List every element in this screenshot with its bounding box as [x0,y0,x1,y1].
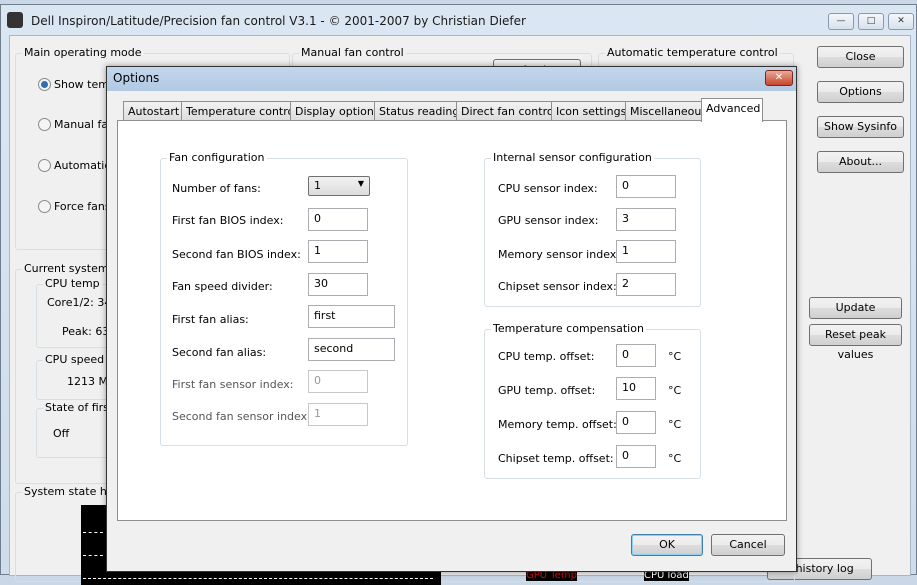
update-button[interactable]: Update [809,297,902,319]
group-label: Manual fan control [299,46,406,59]
legend-gpu-temp: GPU Temp [526,570,577,581]
chipset-sensor-index-input[interactable]: 2 [616,273,676,296]
fan-state-value: Off [53,427,70,440]
field-label: Second fan sensor index: [172,410,311,423]
close-button[interactable]: Close [817,46,904,68]
cpu-temp-offset-input[interactable]: 0 [616,344,656,367]
chipset-temp-offset-input[interactable]: 0 [616,445,656,468]
radio-manual-fan[interactable] [38,118,51,131]
field-label: Chipset temp. offset: [498,452,614,465]
field-label: Number of fans: [172,182,261,195]
chevron-down-icon: ▼ [357,179,364,188]
show-sysinfo-button[interactable]: Show Sysinfo [817,116,904,138]
tab-advanced[interactable]: Advanced [701,98,763,122]
field-label: CPU sensor index: [498,182,598,195]
first-fan-sensor-index-input[interactable]: 0 [308,370,368,393]
tab-autostart[interactable]: Autostart [123,101,185,121]
first-fan-bios-index-input[interactable]: 0 [308,208,368,231]
minimize-button[interactable]: — [828,13,854,30]
radio-show-temp[interactable] [38,78,51,91]
radio-label: Force fans [54,200,111,213]
sensor-config-group: Internal sensor configuration CPU sensor… [484,151,701,307]
group-label: Temperature compensation [491,322,646,335]
dialog-titlebar: Options ✕ [107,67,796,91]
first-fan-alias-input[interactable]: first [308,305,395,328]
unit-label: °C [668,350,682,363]
field-label: Chipset sensor index: [498,280,617,293]
about-button[interactable]: About... [817,151,904,173]
group-label: Automatic temperature control [605,46,780,59]
app-fan-icon [7,12,23,28]
gpu-sensor-index-input[interactable]: 3 [616,208,676,231]
select-value: 1 [314,179,321,192]
field-label: CPU temp. offset: [498,350,595,363]
temp-compensation-group: Temperature compensation CPU temp. offse… [484,322,701,479]
tab-miscellaneous[interactable]: Miscellaneous [625,101,713,121]
maximize-button[interactable]: □ [858,13,884,30]
group-label: Internal sensor configuration [491,151,654,164]
field-label: GPU temp. offset: [498,384,596,397]
radio-automatic[interactable] [38,159,51,172]
options-button[interactable]: Options [817,81,904,103]
fan-speed-divider-input[interactable]: 30 [308,273,368,296]
group-label: Fan configuration [167,151,267,164]
unit-label: °C [668,452,682,465]
reset-peak-button[interactable]: Reset peak values [809,324,902,361]
ok-button[interactable]: OK [631,534,703,556]
number-of-fans-select[interactable]: 1 ▼ [308,176,370,196]
advanced-panel: Fan configuration Number of fans: 1 ▼ Fir… [117,120,787,521]
legend-cpu-load: CPU load [644,570,689,581]
field-label: Fan speed divider: [172,280,273,293]
second-fan-sensor-index-input[interactable]: 1 [308,403,368,426]
unit-label: °C [668,384,682,397]
field-label: Memory temp. offset: [498,418,617,431]
field-label: Second fan alias: [172,346,267,359]
group-label: CPU temp [43,277,102,290]
tab-icon-settings[interactable]: Icon settings [551,101,632,121]
gpu-temp-offset-input[interactable]: 10 [616,377,656,400]
cancel-button[interactable]: Cancel [711,534,785,556]
field-label: Memory sensor index: [498,248,620,261]
field-label: First fan BIOS index: [172,214,284,227]
radio-force-fans[interactable] [38,200,51,213]
second-fan-bios-index-input[interactable]: 1 [308,240,368,263]
dialog-title: Options [113,71,160,85]
group-label: CPU speed [43,353,107,366]
window-title: Dell Inspiron/Latitude/Precision fan con… [31,14,526,28]
tab-status-reading[interactable]: Status reading [374,101,465,121]
dialog-close-icon[interactable]: ✕ [765,70,793,86]
cpu-sensor-index-input[interactable]: 0 [616,175,676,198]
options-dialog: Options ✕ Autostart Temperature control … [106,66,797,572]
field-label: First fan sensor index: [172,378,294,391]
tab-display-options[interactable]: Display options [290,101,385,121]
field-label: First fan alias: [172,313,249,326]
close-window-button[interactable]: ✕ [888,13,914,30]
group-label: Main operating mode [22,46,144,59]
fan-config-group: Fan configuration Number of fans: 1 ▼ Fir… [160,151,408,446]
tab-direct-fan-control[interactable]: Direct fan control [456,101,562,121]
field-label: Second fan BIOS index: [172,248,301,261]
memory-sensor-index-input[interactable]: 1 [616,240,676,263]
field-label: GPU sensor index: [498,214,599,227]
second-fan-alias-input[interactable]: second [308,338,395,361]
unit-label: °C [668,418,682,431]
tab-temperature-control[interactable]: Temperature control [181,101,303,121]
memory-temp-offset-input[interactable]: 0 [616,411,656,434]
